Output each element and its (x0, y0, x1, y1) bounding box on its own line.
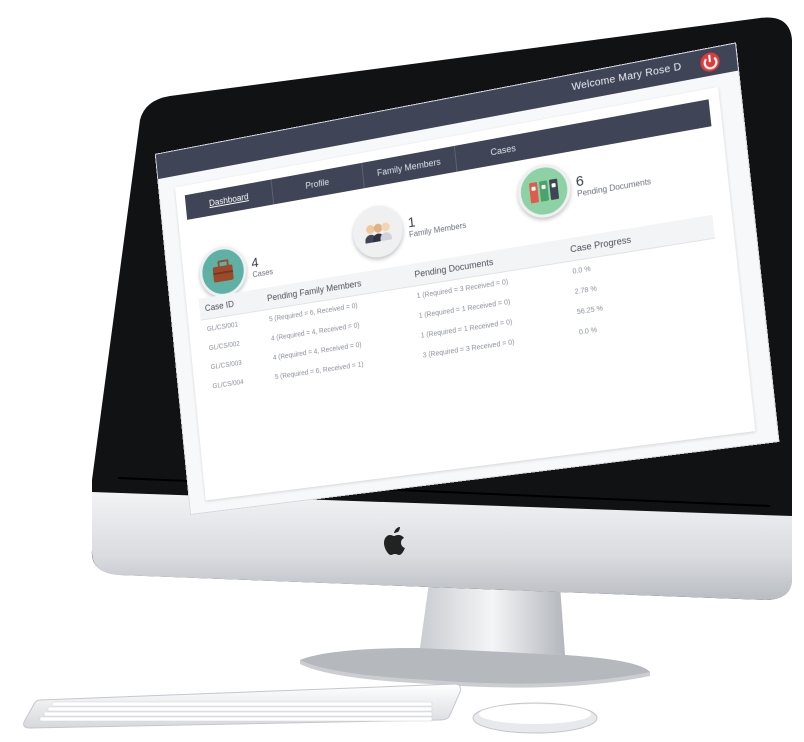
binder-dark-icon (548, 178, 560, 201)
tab-family-members[interactable]: Family Members (361, 145, 458, 189)
tab-dashboard[interactable]: Dashboard (184, 179, 275, 220)
screen-viewport: Welcome Mary Rose D Dashboard Profile Fa… (0, 0, 804, 742)
tab-profile[interactable]: Profile (271, 162, 365, 205)
briefcase-icon (212, 264, 234, 283)
binders-icon-circle (515, 160, 573, 222)
stat-docs-text: 6 Pending Documents (575, 160, 652, 198)
case-id-cell: GL/CS/004 (212, 378, 244, 390)
dashboard-screen: Welcome Mary Rose D Dashboard Profile Fa… (155, 43, 779, 514)
power-icon (702, 54, 718, 71)
welcome-text: Welcome Mary Rose D (571, 61, 683, 94)
people-icon-3 (379, 221, 393, 242)
stat-family-members[interactable]: 1 Family Members (350, 191, 468, 262)
people-icon-circle (350, 201, 406, 262)
binders-icon (528, 181, 540, 204)
binder-green-icon (538, 180, 550, 202)
logout-button[interactable] (699, 50, 721, 74)
stat-cases-text: 4 Cases (251, 251, 274, 279)
stat-family-text: 1 Family Members (407, 204, 467, 239)
desktop-scene: Welcome Mary Rose D Dashboard Profile Fa… (0, 0, 804, 742)
